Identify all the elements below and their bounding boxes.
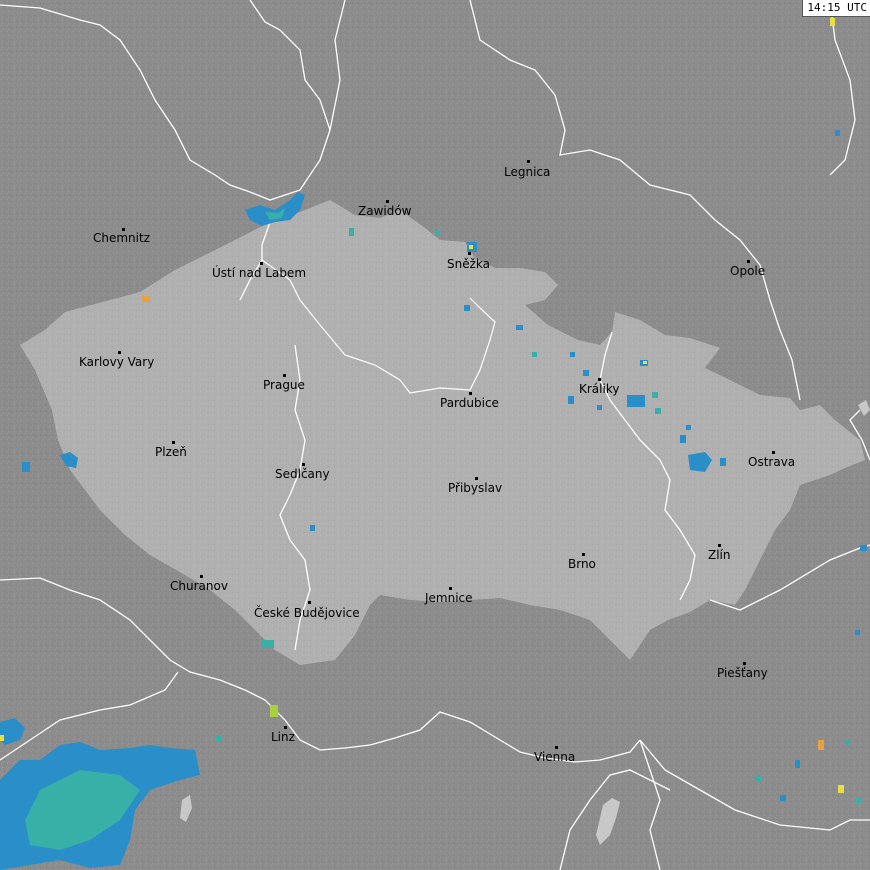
city-dot bbox=[302, 463, 305, 466]
city-dot bbox=[468, 252, 471, 255]
city-dot bbox=[469, 392, 472, 395]
city-label: Plzeň bbox=[155, 445, 187, 459]
city-dot bbox=[743, 662, 746, 665]
city-label: Zlín bbox=[708, 548, 731, 562]
city-dot bbox=[172, 441, 175, 444]
map-canvas bbox=[0, 0, 870, 870]
city-dot bbox=[772, 451, 775, 454]
city-label: Ústí nad Labem bbox=[212, 266, 307, 280]
city-label: Vienna bbox=[534, 750, 576, 764]
city-label: Prague bbox=[263, 378, 305, 392]
city-dot bbox=[386, 200, 389, 203]
city-label: Zawidów bbox=[358, 204, 412, 218]
city-label: Jemnice bbox=[425, 591, 473, 605]
city-label: Opole bbox=[730, 264, 766, 278]
city-dot bbox=[582, 553, 585, 556]
city-label: Churanov bbox=[170, 579, 228, 593]
city-label: Ostrava bbox=[748, 455, 796, 469]
city-label: Chemnitz bbox=[93, 231, 150, 245]
city-label: Sněžka bbox=[447, 257, 490, 271]
city-dot bbox=[200, 575, 203, 578]
city-label: Piešťany bbox=[717, 666, 768, 680]
city-dot bbox=[718, 544, 721, 547]
city-label: Karlovy Vary bbox=[79, 355, 155, 369]
city-dot bbox=[260, 262, 263, 265]
city-dot bbox=[527, 160, 530, 163]
city-label: Přibyslav bbox=[448, 481, 503, 495]
city-label: Králiky bbox=[579, 382, 620, 396]
city-dot bbox=[308, 601, 311, 604]
city-dot bbox=[598, 378, 601, 381]
city-dot bbox=[747, 260, 750, 263]
timestamp-label: 14:15 UTC bbox=[802, 0, 870, 17]
city-label: Sedlčany bbox=[275, 467, 330, 481]
city-label: Linz bbox=[271, 730, 295, 744]
city-label: České Budějovice bbox=[254, 606, 360, 620]
city-dot bbox=[555, 746, 558, 749]
city-label: Legnica bbox=[504, 165, 551, 179]
city-label: Brno bbox=[568, 557, 596, 571]
city-dot bbox=[475, 477, 478, 480]
city-dot bbox=[118, 351, 121, 354]
city-dot bbox=[284, 726, 287, 729]
city-dot bbox=[283, 374, 286, 377]
city-dot bbox=[449, 587, 452, 590]
city-label: Pardubice bbox=[440, 396, 499, 410]
radar-map[interactable]: Chemnitz Zawidów Legnica Ústí nad Labem … bbox=[0, 0, 870, 870]
